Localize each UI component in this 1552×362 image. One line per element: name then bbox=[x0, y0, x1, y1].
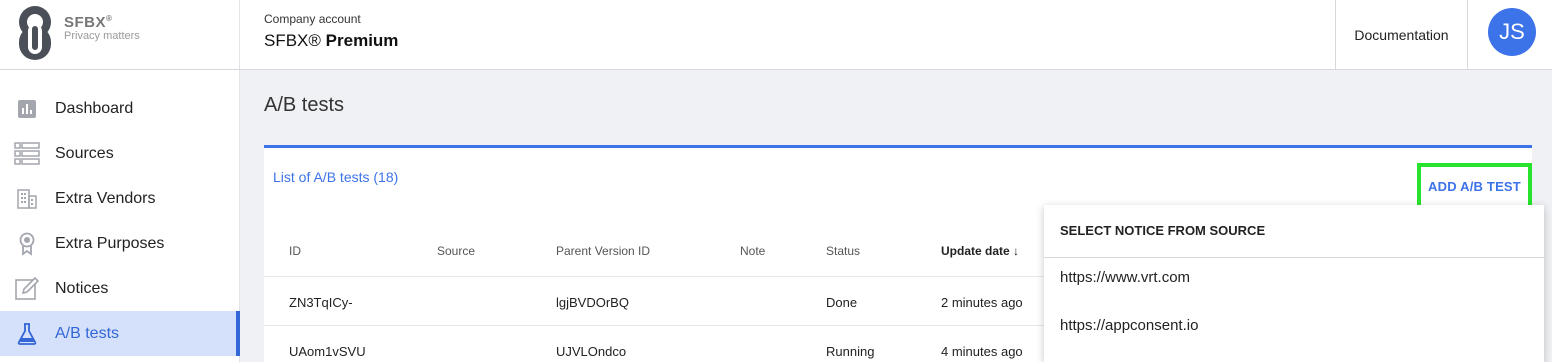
logo-icon bbox=[19, 6, 51, 60]
column-header-status[interactable]: Status bbox=[826, 244, 860, 258]
card-title: List of A/B tests (18) bbox=[273, 169, 399, 185]
sidebar-item-label: Extra Vendors bbox=[55, 189, 156, 207]
sidebar-item-extra-purposes[interactable]: Extra Purposes bbox=[0, 221, 240, 266]
sidebar-item-label: Extra Purposes bbox=[55, 234, 165, 252]
top-bar: SFBX® Privacy matters Company account SF… bbox=[0, 0, 1552, 70]
cell-status: Done bbox=[826, 295, 858, 310]
page-title: A/B tests bbox=[264, 94, 345, 116]
column-header-note[interactable]: Note bbox=[740, 244, 765, 258]
dropdown-divider bbox=[1044, 257, 1544, 258]
sidebar-item-label: A/B tests bbox=[55, 324, 120, 342]
sort-arrow-icon: ↓ bbox=[1013, 244, 1020, 258]
brand-name: SFBX® bbox=[64, 14, 113, 31]
dropdown-title: SELECT NOTICE FROM SOURCE bbox=[1060, 223, 1266, 238]
list-icon bbox=[14, 141, 40, 167]
flask-icon bbox=[14, 321, 40, 347]
company-name: SFBX® Premium bbox=[264, 31, 399, 50]
column-header-update-date[interactable]: Update date ↓ bbox=[941, 244, 1019, 258]
building-icon bbox=[14, 186, 40, 212]
column-header-source[interactable]: Source bbox=[437, 244, 475, 258]
documentation-link[interactable]: Documentation bbox=[1335, 0, 1468, 69]
edit-icon bbox=[14, 276, 40, 302]
sidebar-item-label: Dashboard bbox=[55, 99, 134, 117]
column-header-parent-version-id[interactable]: Parent Version ID bbox=[556, 244, 650, 258]
cell-parent-version-id: lgjBVDOrBQ bbox=[556, 295, 629, 310]
sidebar-item-label: Sources bbox=[55, 144, 114, 162]
add-ab-test-button[interactable]: ADD A/B TEST bbox=[1417, 163, 1532, 210]
user-avatar[interactable]: JS bbox=[1488, 8, 1536, 56]
cell-id: ZN3TqICy- bbox=[289, 295, 353, 310]
select-notice-dropdown: SELECT NOTICE FROM SOURCE https://www.vr… bbox=[1044, 205, 1544, 362]
company-account: Company account SFBX® Premium bbox=[264, 12, 398, 51]
sidebar-item-ab-tests[interactable]: A/B tests bbox=[0, 311, 240, 356]
ribbon-icon bbox=[14, 231, 40, 257]
cell-status: Running bbox=[826, 344, 875, 359]
sidebar-item-label: Notices bbox=[55, 279, 109, 297]
sidebar: Dashboard Sources Extra Vendors Extra Pu… bbox=[0, 70, 240, 362]
brand-logo[interactable]: SFBX® Privacy matters bbox=[0, 0, 240, 69]
sidebar-item-notices[interactable]: Notices bbox=[0, 266, 240, 311]
cell-parent-version-id: UJVLOndco bbox=[556, 344, 627, 359]
notice-option[interactable]: https://www.vrt.com bbox=[1060, 269, 1190, 286]
brand-tagline: Privacy matters bbox=[64, 30, 140, 42]
sidebar-item-dashboard[interactable]: Dashboard bbox=[0, 86, 240, 131]
sidebar-item-extra-vendors[interactable]: Extra Vendors bbox=[0, 176, 240, 221]
company-account-label: Company account bbox=[264, 12, 361, 26]
bar-chart-icon bbox=[14, 96, 40, 122]
notice-option[interactable]: https://appconsent.io bbox=[1060, 317, 1198, 334]
cell-update-date: 2 minutes ago bbox=[941, 295, 1023, 310]
cell-update-date: 4 minutes ago bbox=[941, 344, 1023, 359]
column-header-id[interactable]: ID bbox=[289, 244, 301, 258]
sidebar-item-sources[interactable]: Sources bbox=[0, 131, 240, 176]
cell-id: UAom1vSVU bbox=[289, 344, 366, 359]
